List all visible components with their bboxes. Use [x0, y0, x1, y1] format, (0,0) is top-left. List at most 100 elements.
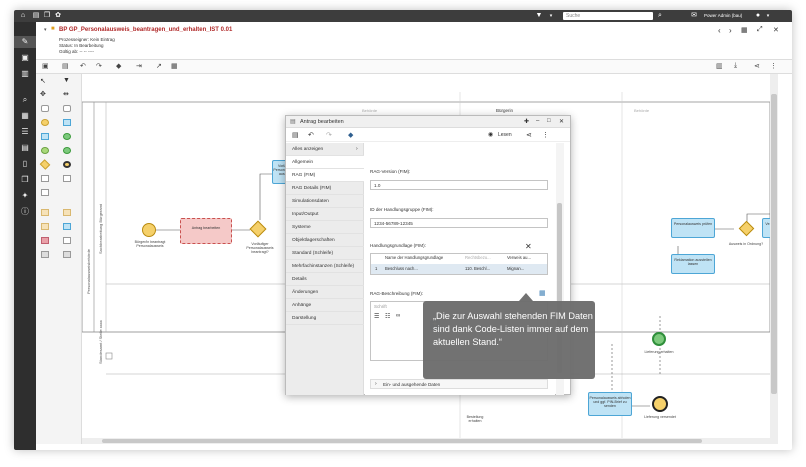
table-header-legal[interactable]: Rechtsbezu...	[463, 254, 503, 262]
chart-icon[interactable]: ↗	[156, 62, 162, 70]
pin-icon[interactable]: ✚	[524, 118, 529, 125]
save-icon[interactable]: ▤	[62, 62, 69, 70]
canvas-horizontal-scrollbar[interactable]	[82, 438, 770, 444]
numbered-list-icon[interactable]: ☷	[385, 313, 390, 320]
task-right-1[interactable]: Personalausweis prüfen	[671, 218, 715, 238]
rag-version-input[interactable]: 1.0	[370, 180, 548, 190]
task-right-2[interactable]: Reklamation ausstellen lassen	[671, 254, 715, 274]
gateway-shape[interactable]	[39, 159, 51, 170]
pencil-icon[interactable]: ✎	[20, 37, 30, 47]
eye-icon[interactable]: ◉	[488, 131, 493, 138]
task-bottom[interactable]: Personalausweis abholen und ggf. PIN-Bri…	[588, 392, 632, 416]
redo-icon[interactable]: ↷	[96, 62, 102, 70]
lane-shape[interactable]	[41, 251, 49, 258]
message-shape[interactable]	[63, 175, 71, 182]
chevron-down-icon[interactable]: ▾	[44, 27, 47, 33]
list-icon[interactable]: ☰	[20, 127, 30, 137]
info-icon[interactable]: ⓘ	[20, 207, 30, 217]
signal-event-shape[interactable]	[63, 147, 71, 154]
selected-task[interactable]: Antrag bearbeiten	[180, 218, 232, 244]
system-shape[interactable]	[41, 223, 49, 230]
datastore-shape-2[interactable]	[63, 209, 71, 216]
subprocess-shape[interactable]	[63, 105, 71, 112]
end-event[interactable]	[652, 396, 668, 412]
book-icon[interactable]: ▥	[20, 69, 30, 79]
cursor-icon[interactable]: ↖	[40, 77, 46, 85]
maximize-icon[interactable]: □	[547, 118, 551, 124]
blue-task-shape[interactable]	[63, 119, 71, 126]
shield-icon[interactable]: ◆	[348, 131, 353, 139]
undo-icon[interactable]: ↶	[80, 62, 86, 70]
start-event[interactable]	[142, 223, 156, 237]
shield-icon[interactable]: ◆	[116, 62, 121, 70]
nav-item-systems[interactable]: Systeme	[286, 221, 364, 234]
nav-item-changes[interactable]: Änderungen	[286, 286, 364, 299]
message-event[interactable]	[652, 332, 666, 346]
horizontal-scroll-thumb[interactable]	[102, 439, 702, 443]
timer-event-shape[interactable]	[41, 147, 49, 154]
filter-icon[interactable]: ▼	[63, 77, 70, 84]
remove-icon[interactable]: ✕	[525, 242, 532, 251]
image-icon[interactable]: ▣	[20, 53, 30, 63]
nav-item-multi-instance[interactable]: Mehrfachinstanzen (Schleife)	[286, 260, 364, 273]
grid-icon[interactable]: ▦	[741, 26, 748, 34]
expand-icon[interactable]: ⤢	[757, 26, 763, 34]
close-icon[interactable]: ✕	[559, 118, 564, 125]
image-icon[interactable]: ▣	[42, 62, 49, 70]
group-id-input[interactable]: 1234-56789-12345	[370, 218, 548, 228]
search-icon[interactable]: ⌕	[656, 12, 664, 20]
copy-icon[interactable]: ❐	[43, 12, 51, 20]
grid-icon[interactable]: ▦	[171, 62, 178, 70]
nav-item-attachments[interactable]: Anhänge	[286, 299, 364, 312]
filter-icon[interactable]: ▼	[535, 12, 543, 20]
calendar-icon[interactable]: ▦	[539, 289, 546, 297]
nav-item-general[interactable]: Allgemein	[286, 156, 364, 169]
home-icon[interactable]: ⌂	[19, 12, 27, 20]
font-select[interactable]: Schrift	[374, 304, 387, 309]
table-icon[interactable]: ▦	[20, 111, 30, 121]
files-icon[interactable]: ❐	[20, 175, 30, 185]
application-shape[interactable]	[63, 223, 71, 230]
datastore-shape[interactable]	[41, 209, 49, 216]
document-icon[interactable]: ▤	[32, 12, 40, 20]
event-shape[interactable]	[41, 119, 49, 126]
more-icon[interactable]: ⋮	[770, 62, 777, 70]
chevron-down-icon[interactable]: ▾	[764, 12, 772, 20]
share-icon[interactable]: ⋖	[754, 62, 760, 70]
table-header-name[interactable]: Name der Handlungsgrundlage	[383, 254, 461, 262]
page-icon[interactable]: ▯	[20, 159, 30, 169]
user-icon[interactable]: ●	[754, 12, 762, 20]
search-icon[interactable]: ⌕	[20, 95, 30, 105]
user-name[interactable]: Power Admin (bau)	[704, 13, 742, 18]
nav-item-all[interactable]: Alles anzeigen	[286, 143, 364, 156]
canvas-vertical-scrollbar[interactable]	[770, 74, 778, 444]
hand-icon[interactable]: ✥	[40, 90, 46, 98]
close-icon[interactable]: ✕	[773, 26, 779, 34]
nav-item-objects[interactable]: Objektlagerschaften	[286, 234, 364, 247]
group-shape[interactable]	[63, 237, 71, 244]
data-expander[interactable]: › Ein- und ausgehende Daten	[370, 379, 548, 389]
share-icon[interactable]: ⋖	[526, 131, 532, 139]
search-input[interactable]: Suche	[563, 12, 653, 20]
minimize-icon[interactable]: –	[536, 118, 539, 124]
vertical-scroll-thumb[interactable]	[771, 94, 777, 394]
nav-item-details[interactable]: Details	[286, 273, 364, 286]
nav-item-display[interactable]: Darstellung	[286, 312, 364, 325]
table-row[interactable]: 1 Beschluss nach... 110. Beschl... Migna…	[371, 264, 547, 274]
message-event-shape[interactable]	[63, 133, 71, 140]
pool-shape[interactable]	[63, 251, 71, 258]
nav-item-standard-loop[interactable]: Standard (Schleife)	[286, 247, 364, 260]
nav-item-rag[interactable]: RAG (FIM)	[286, 169, 364, 182]
nav-item-rag-details[interactable]: RAG Details (FIM)	[286, 182, 364, 195]
export-icon[interactable]: ⇥	[136, 62, 142, 70]
report-icon[interactable]: ▤	[20, 143, 30, 153]
list-icon[interactable]: ☰	[374, 313, 379, 320]
redo-icon[interactable]: ↷	[326, 131, 332, 139]
bulb-icon[interactable]: ✦	[20, 191, 30, 201]
nav-item-simulation[interactable]: Simulationsdaten	[286, 195, 364, 208]
user-task-shape[interactable]	[41, 133, 49, 140]
end-event-shape[interactable]	[63, 161, 71, 168]
nav-item-io[interactable]: Input/Output	[286, 208, 364, 221]
resize-icon[interactable]: ⇹	[63, 90, 69, 98]
chevron-right-icon[interactable]: ›	[729, 26, 732, 35]
